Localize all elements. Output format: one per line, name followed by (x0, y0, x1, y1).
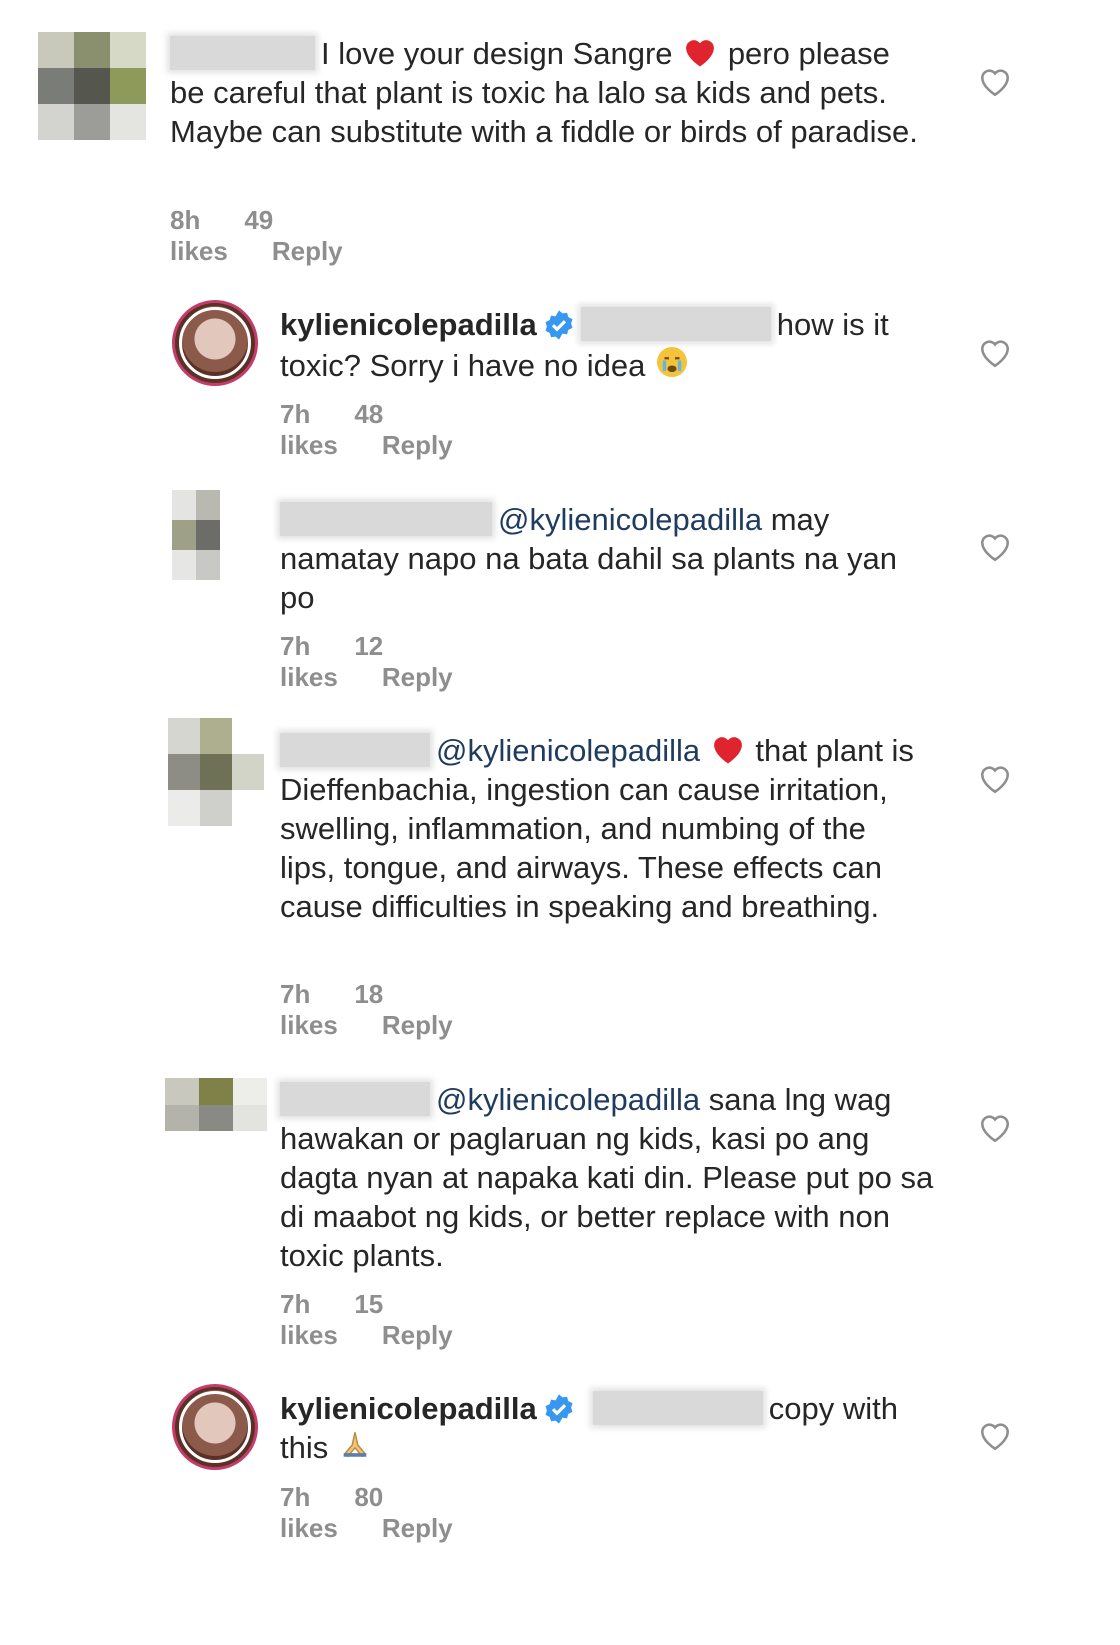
comment-text: kylienicolepadilla copy with this (280, 1389, 940, 1467)
reply-button[interactable]: Reply (382, 430, 453, 460)
comment-text-end: hawakan or paglaruan ng kids, kasi po an… (280, 1121, 934, 1273)
crying-face-emoji (656, 347, 687, 377)
heart-outline-icon[interactable] (978, 763, 1012, 795)
comment-text-end: toxic? Sorry i have no idea (280, 348, 646, 383)
comment-text-start: copy with (768, 1391, 898, 1426)
avatar-pixelated[interactable] (38, 32, 146, 140)
comment-text-middle: namatay napo na bata dahil sa plants na … (280, 541, 898, 576)
comment-text-end: this (280, 1430, 329, 1465)
timestamp: 7h (280, 979, 311, 1009)
verified-badge-icon (545, 310, 573, 340)
mention-link[interactable]: @kylienicolepadilla (436, 1082, 700, 1117)
comment-text-start: may (770, 502, 830, 537)
mention-link[interactable]: @kylienicolepadilla (436, 733, 700, 768)
comment-text-end: po (280, 580, 315, 615)
blurred-mention (580, 307, 771, 341)
avatar-pixelated[interactable] (172, 490, 244, 580)
heart-outline-icon[interactable] (978, 66, 1012, 98)
comment-meta: 7h 12 likes Reply (280, 631, 497, 693)
reply-button[interactable]: Reply (272, 236, 343, 266)
comment-meta: 7h 48 likes Reply (280, 399, 497, 461)
comment-text: @kylienicolepadilla sana lng wag hawakan… (280, 1080, 940, 1275)
folded-hands-emoji (343, 1432, 367, 1458)
reply-button[interactable]: Reply (382, 1320, 453, 1350)
timestamp: 7h (280, 631, 311, 661)
comment-text-start: how is it (776, 307, 889, 342)
comment-meta: 7h 80 likes Reply (280, 1482, 497, 1544)
timestamp: 7h (280, 399, 311, 429)
avatar[interactable] (172, 1384, 258, 1470)
blurred-username (170, 36, 315, 70)
comment-text: kylienicolepadilla how is it toxic? Sorry… (280, 305, 930, 385)
comment-text-start: I love your design Sangre (321, 36, 673, 71)
blurred-mention (592, 1391, 763, 1425)
heart-outline-icon[interactable] (978, 1420, 1012, 1452)
comment-text: I love your design Sangre pero please be… (170, 34, 930, 151)
blurred-username (280, 1082, 430, 1116)
mention-link[interactable]: @kylienicolepadilla (498, 502, 762, 537)
avatar[interactable] (172, 300, 258, 386)
heart-outline-icon[interactable] (978, 1112, 1012, 1144)
username[interactable]: kylienicolepadilla (280, 307, 537, 342)
comment-text-start: that (755, 733, 808, 768)
timestamp: 8h (170, 205, 201, 235)
blurred-username (280, 502, 492, 536)
comment-text: @kylienicolepadilla may namatay napo na … (280, 500, 960, 617)
comment-meta: 7h 18 likes Reply (280, 979, 497, 1041)
username[interactable]: kylienicolepadilla (280, 1391, 537, 1426)
verified-badge-icon (545, 1394, 573, 1424)
reply-button[interactable]: Reply (382, 1513, 453, 1543)
heart-outline-icon[interactable] (978, 531, 1012, 563)
comment-meta: 7h 15 likes Reply (280, 1289, 497, 1351)
blurred-username (280, 733, 430, 767)
comment-text: @kylienicolepadilla that plant is Dieffe… (280, 731, 920, 926)
reply-button[interactable]: Reply (382, 662, 453, 692)
red-heart-emoji (713, 737, 742, 764)
red-heart-emoji (686, 40, 715, 67)
timestamp: 7h (280, 1482, 311, 1512)
comment-meta: 8h 49 likes Reply (170, 205, 387, 267)
reply-button[interactable]: Reply (382, 1010, 453, 1040)
comment-text-start: sana lng wag (708, 1082, 892, 1117)
timestamp: 7h (280, 1289, 311, 1319)
avatar-pixelated[interactable] (165, 1078, 267, 1158)
heart-outline-icon[interactable] (978, 337, 1012, 369)
avatar-pixelated[interactable] (168, 718, 264, 826)
